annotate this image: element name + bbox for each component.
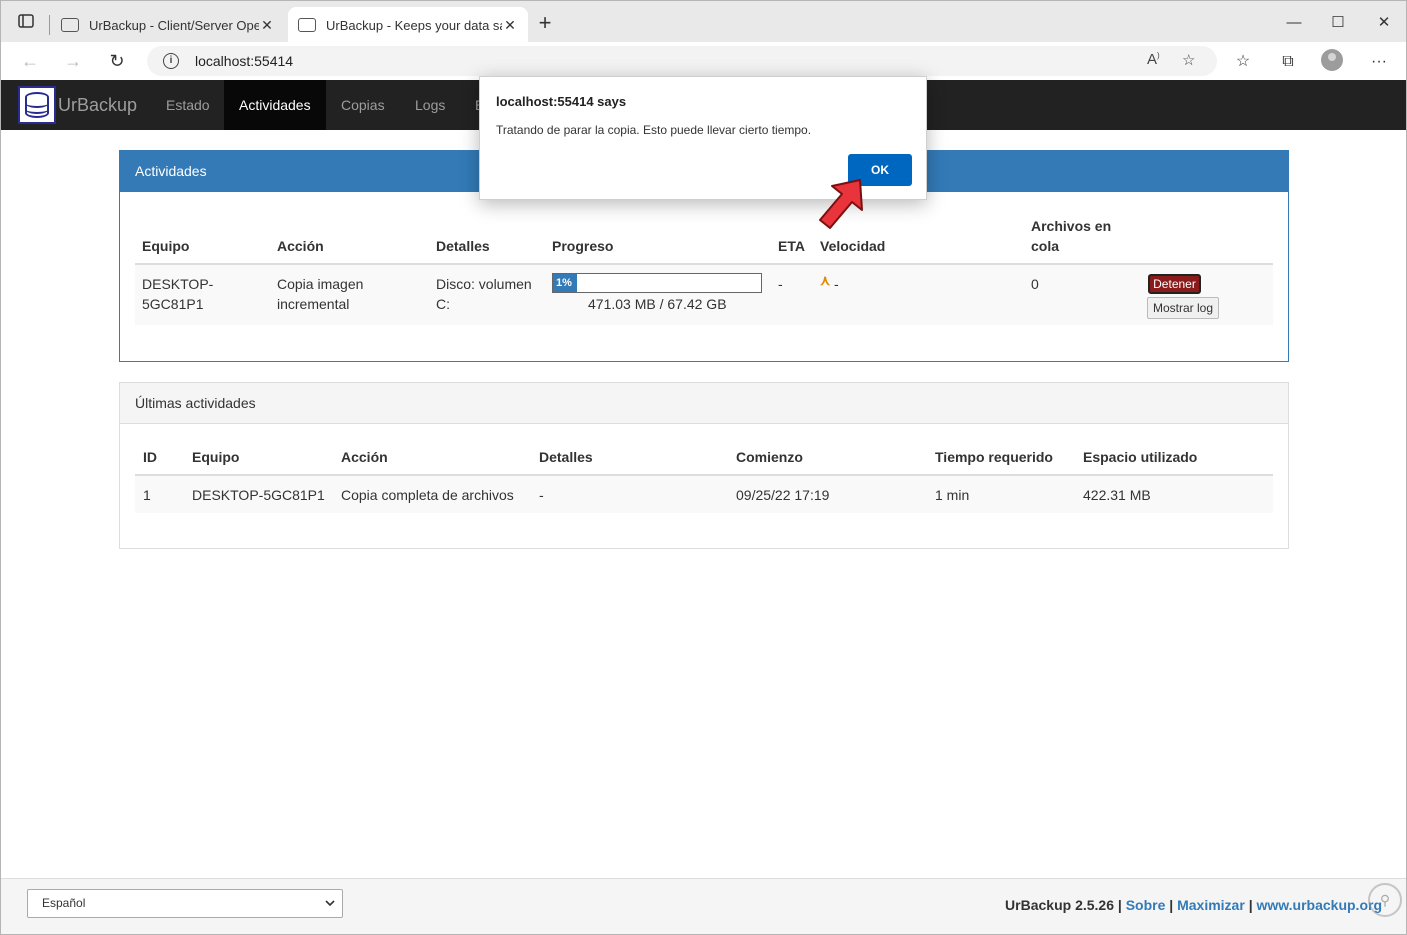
col-progreso: Progreso: [552, 238, 614, 254]
separator: |: [1248, 897, 1253, 913]
col-espacio: Espacio utilizado: [1083, 449, 1198, 465]
cell-espacio: 422.31 MB: [1083, 487, 1151, 503]
col-tiempo: Tiempo requerido: [935, 449, 1053, 465]
col-accion: Acción: [341, 449, 388, 465]
cell-comienzo: 09/25/22 17:19: [736, 487, 830, 503]
stop-button[interactable]: Detener: [1148, 274, 1201, 294]
pointer-arrow-icon: [819, 179, 863, 229]
separator: |: [1117, 897, 1122, 913]
page-icon: [298, 18, 316, 32]
new-tab-button[interactable]: +: [535, 11, 555, 35]
page-icon: [61, 18, 79, 32]
browser-toolbar: ← → ↻ i localhost:55414 A) ☆ ☆ ⧉ ···: [0, 42, 1407, 80]
forward-icon[interactable]: →: [59, 49, 87, 73]
chevron-down-icon: [324, 890, 336, 928]
nav-logs[interactable]: Logs: [400, 80, 460, 130]
page-footer: Español UrBackup 2.5.26 | Sobre | Maximi…: [0, 878, 1407, 935]
last-activities-panel: Últimas actividades ID Equipo Acción Det…: [119, 382, 1289, 549]
col-archivos-line2: cola: [1031, 238, 1060, 254]
tab-actions-icon[interactable]: [11, 11, 41, 35]
cell-speed: -: [834, 276, 839, 292]
cell-detalles: -: [539, 487, 544, 503]
refresh-icon[interactable]: ↻: [103, 49, 131, 73]
cell-equipo-line1: DESKTOP-: [142, 276, 214, 292]
cell-detalles-line1: Disco: volumen: [436, 276, 532, 292]
progress-size: 471.03 MB / 67.42 GB: [588, 296, 727, 312]
cell-accion-line2: incremental: [277, 296, 350, 312]
col-eta: ETA: [778, 238, 805, 254]
add-favorite-icon[interactable]: ☆: [1182, 51, 1195, 69]
profile-avatar[interactable]: [1321, 49, 1343, 71]
dialog-message: Tratando de parar la copia. Esto puede l…: [496, 123, 812, 137]
language-select[interactable]: Español: [27, 889, 343, 918]
maximize-button[interactable]: ☐: [1315, 11, 1361, 35]
cell-accion-line1: Copia imagen: [277, 276, 364, 292]
nav-copias[interactable]: Copias: [326, 80, 400, 130]
cell-eta: -: [778, 276, 783, 292]
close-tab-icon[interactable]: ✕: [259, 17, 275, 34]
close-window-button[interactable]: ✕: [1361, 11, 1407, 35]
show-log-button[interactable]: Mostrar log: [1147, 297, 1219, 319]
cell-detalles-line2: C:: [436, 296, 450, 312]
separator: |: [1169, 897, 1174, 913]
footer-links: UrBackup 2.5.26 | Sobre | Maximizar | ww…: [1005, 897, 1382, 913]
tab-title: UrBackup - Keeps your data safe: [326, 17, 502, 33]
maximize-link[interactable]: Maximizar: [1177, 897, 1245, 913]
urbackup-logo: [18, 86, 56, 124]
progress-bar: 1%: [552, 273, 762, 293]
cell-accion: Copia completa de archivos: [341, 487, 514, 503]
col-velocidad: Velocidad: [820, 238, 886, 254]
website-link[interactable]: www.urbackup.org: [1257, 897, 1383, 913]
cell-equipo: DESKTOP-5GC81P1: [192, 487, 325, 503]
nav-actividades[interactable]: Actividades: [224, 80, 326, 130]
collections-icon[interactable]: ⧉: [1277, 51, 1299, 73]
about-link[interactable]: Sobre: [1126, 897, 1166, 913]
col-archivos-line1: Archivos en: [1031, 218, 1112, 234]
read-aloud-icon[interactable]: A): [1147, 51, 1160, 68]
info-icon[interactable]: i: [163, 53, 179, 69]
col-archivos-cola: Archivos en cola: [1031, 216, 1111, 256]
cell-tiempo: 1 min: [935, 487, 970, 503]
col-id: ID: [143, 449, 157, 465]
col-detalles: Detalles: [436, 238, 490, 254]
cell-accion: Copia imagen incremental: [277, 274, 363, 314]
back-icon[interactable]: ←: [16, 49, 44, 73]
speed-chart-icon: ⋏: [820, 272, 831, 288]
browser-tab-bar: UrBackup - Client/Server Open Source ✕ U…: [0, 0, 1407, 43]
cell-detalles: Disco: volumen C:: [436, 274, 532, 314]
language-value: Español: [42, 896, 86, 910]
brand[interactable]: UrBackup: [18, 86, 137, 124]
col-accion: Acción: [277, 238, 324, 254]
cell-queue: 0: [1031, 276, 1039, 292]
cell-equipo: DESKTOP- 5GC81P1: [142, 274, 213, 314]
dialog-title: localhost:55414 says: [496, 94, 627, 109]
tab-urbackup-opensource[interactable]: UrBackup - Client/Server Open Source ✕: [51, 7, 285, 43]
brand-name: UrBackup: [58, 94, 138, 115]
tab-divider: [49, 15, 50, 35]
progress-label: 1%: [556, 277, 572, 289]
tab-urbackup-active[interactable]: UrBackup - Keeps your data safe ✕: [288, 7, 528, 43]
nav-estado[interactable]: Estado: [151, 80, 225, 130]
last-activities-panel-title: Últimas actividades: [120, 383, 1288, 424]
tab-title: UrBackup - Client/Server Open Source: [89, 17, 259, 33]
favorites-icon[interactable]: ☆: [1232, 51, 1254, 73]
cell-id: 1: [143, 487, 151, 503]
close-tab-icon[interactable]: ✕: [502, 17, 518, 34]
col-equipo: Equipo: [142, 238, 190, 254]
col-detalles: Detalles: [539, 449, 593, 465]
address-bar[interactable]: i localhost:55414 A) ☆: [147, 46, 1217, 76]
version-text: UrBackup 2.5.26: [1005, 897, 1114, 913]
url-text[interactable]: localhost:55414: [195, 53, 293, 69]
cell-equipo-line2: 5GC81P1: [142, 296, 204, 312]
more-menu-icon[interactable]: ···: [1368, 51, 1390, 73]
minimize-button[interactable]: —: [1271, 11, 1317, 35]
col-equipo: Equipo: [192, 449, 240, 465]
col-comienzo: Comienzo: [736, 449, 803, 465]
watermark-logo: ⚲: [1368, 883, 1402, 917]
